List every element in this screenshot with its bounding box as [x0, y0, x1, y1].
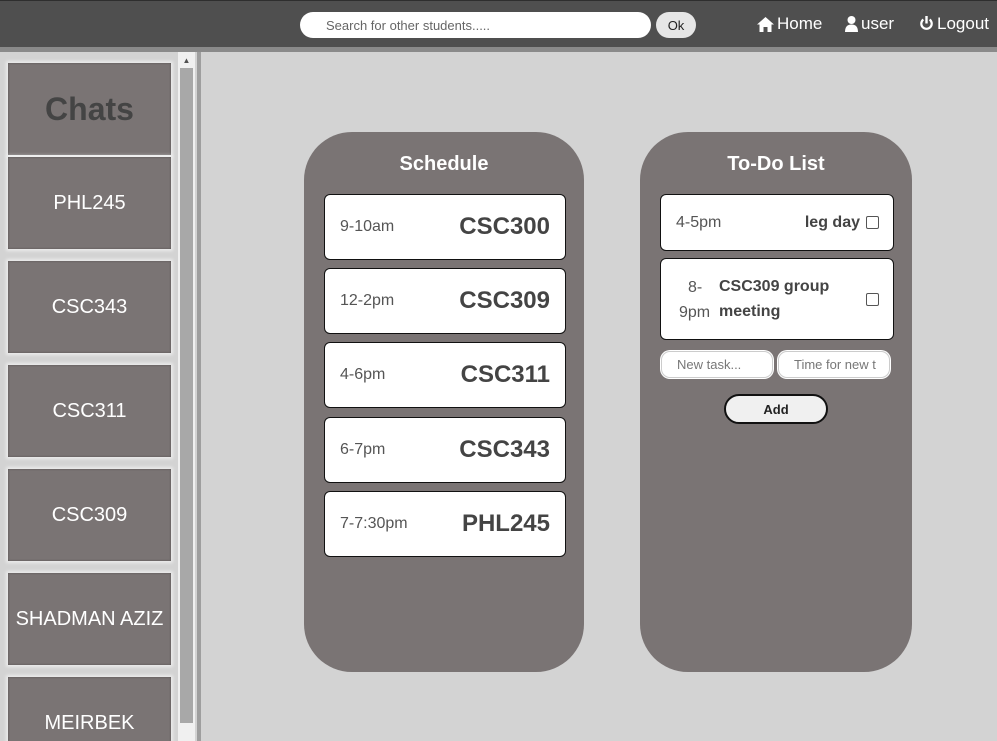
chats-sidebar: Chats PHL245 CSC343 CSC311 CSC309 SHADMA…	[0, 52, 197, 741]
todo-item-time: 9pm	[679, 304, 711, 321]
schedule-panel: Schedule 9-10am CSC300 12-2pm CSC309 4-6…	[304, 132, 584, 672]
schedule-item-time: 4-6pm	[340, 366, 386, 383]
schedule-item-time: 7-7:30pm	[340, 515, 408, 532]
chat-item-shadman-aziz[interactable]: SHADMAN AZIZ	[8, 573, 171, 665]
schedule-item-time: 6-7pm	[340, 441, 386, 458]
home-icon	[757, 16, 774, 32]
todo-item-task: leg day	[804, 214, 860, 231]
nav-logout-label: Logout	[937, 14, 989, 33]
schedule-item: 4-6pm CSC311	[324, 342, 566, 408]
todo-item-task: CSC309 group	[719, 278, 830, 295]
chat-item-csc343[interactable]: CSC343	[8, 261, 171, 353]
schedule-item: 7-7:30pm PHL245	[324, 491, 566, 557]
schedule-item: 9-10am CSC300	[324, 194, 566, 260]
todo-item-task: meeting	[719, 303, 781, 320]
chats-title: Chats	[8, 63, 171, 155]
nav-home-label: Home	[777, 14, 823, 33]
schedule-item-course: CSC300	[459, 213, 550, 240]
user-icon	[845, 16, 858, 32]
new-task-input[interactable]	[661, 351, 773, 378]
todo-item: 4-5pm leg day	[660, 194, 894, 251]
schedule-item: 12-2pm CSC309	[324, 268, 566, 334]
schedule-item-course: CSC311	[460, 361, 550, 388]
todo-item-time: 8-	[688, 279, 703, 296]
todo-item: 8- 9pm CSC309 group meeting	[660, 258, 894, 340]
add-task-button[interactable]: Add	[724, 394, 828, 424]
nav-logout-link[interactable]: Logout	[919, 14, 989, 34]
power-icon	[920, 16, 933, 30]
nav-home-link[interactable]: Home	[757, 14, 822, 34]
student-search-input[interactable]	[300, 12, 651, 38]
sidebar-scrollbar-thumb[interactable]	[180, 68, 193, 723]
chat-item-csc311[interactable]: CSC311	[8, 365, 171, 457]
schedule-item-course: CSC309	[459, 287, 550, 314]
todo-item-checkbox[interactable]	[866, 293, 879, 306]
schedule-title: Schedule	[399, 153, 489, 175]
new-task-time-input[interactable]	[778, 351, 890, 378]
todo-title: To-Do List	[727, 153, 825, 175]
schedule-item-course: PHL245	[461, 510, 550, 537]
todo-item-checkbox[interactable]	[866, 216, 879, 229]
chat-item-csc309[interactable]: CSC309	[8, 469, 171, 561]
chat-item-phl245[interactable]: PHL245	[8, 157, 171, 249]
scroll-up-arrow-icon[interactable]: ▲	[180, 56, 193, 66]
schedule-item-course: CSC343	[459, 436, 550, 463]
schedule-item-time: 9-10am	[340, 218, 395, 235]
search-ok-button[interactable]: Ok	[656, 12, 696, 38]
todo-item-time: 4-5pm	[676, 214, 722, 231]
chat-item-meirbek[interactable]: MEIRBEK	[8, 677, 171, 741]
nav-user-link[interactable]: user	[845, 14, 894, 34]
schedule-item: 6-7pm CSC343	[324, 417, 566, 483]
schedule-item-time: 12-2pm	[340, 292, 395, 309]
sidebar-divider	[197, 52, 201, 741]
nav-user-label: user	[861, 14, 895, 33]
